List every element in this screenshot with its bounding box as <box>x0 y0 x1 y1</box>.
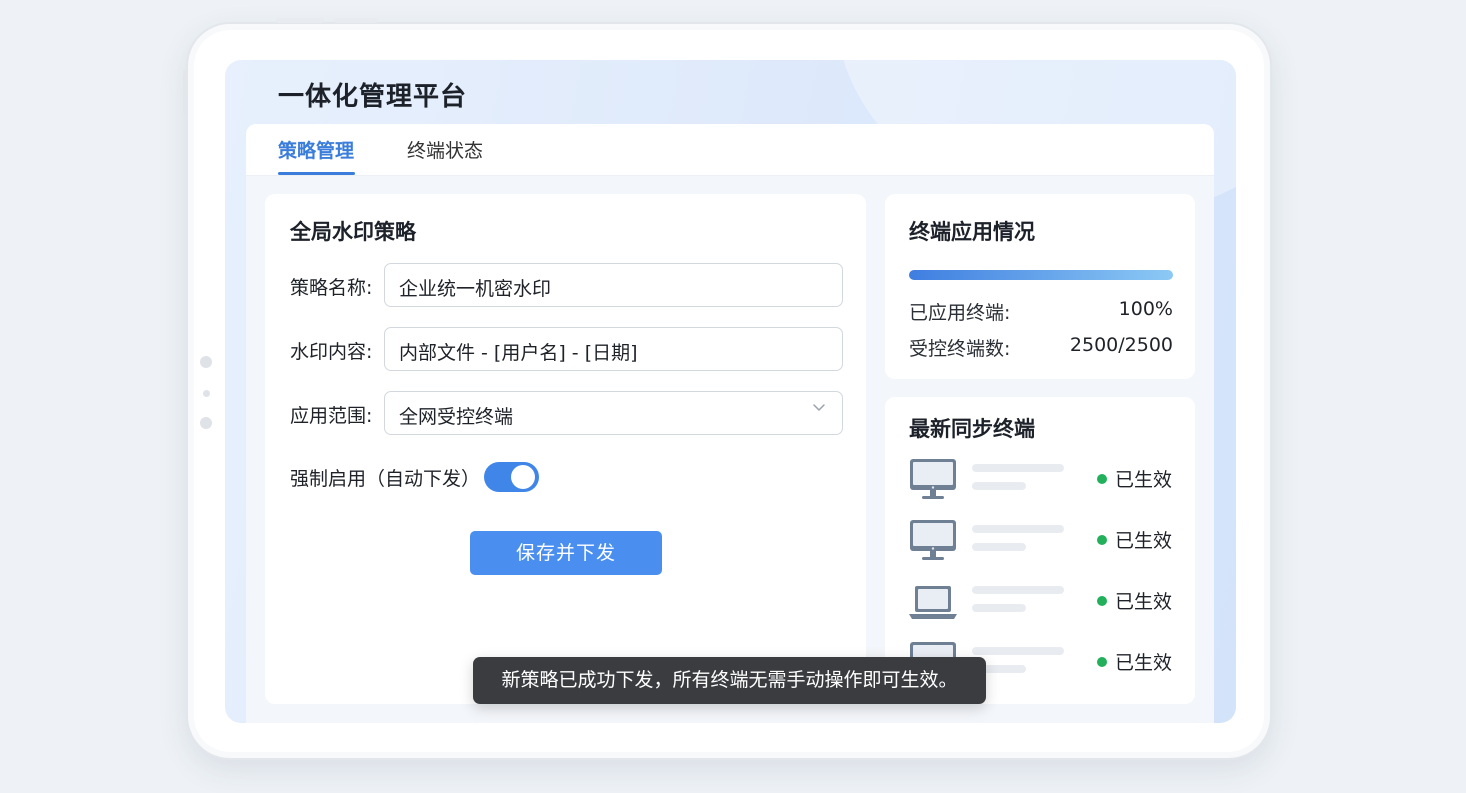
success-toast: 新策略已成功下发，所有终端无需手动操作即可生效。 <box>473 657 986 704</box>
placeholder-line <box>972 604 1026 612</box>
field-label: 策略名称: <box>290 277 373 299</box>
scope-row: 应用范围: 全网受控终端 <box>290 391 843 435</box>
toggle-knob <box>511 465 535 489</box>
force-enable-toggle[interactable] <box>484 462 539 492</box>
card-title: 终端应用情况 <box>909 220 1035 244</box>
field-label: 强制启用（自动下发） <box>290 468 481 490</box>
stat-label: 受控终端数: <box>909 338 1011 360</box>
field-label: 应用范围: <box>290 405 373 427</box>
laptop-icon <box>909 586 957 619</box>
tab-terminal-status[interactable]: 终端状态 <box>407 136 483 163</box>
status-dot <box>1097 596 1107 606</box>
list-item: 已生效 <box>909 580 1179 624</box>
stat-label: 已应用终端: <box>909 302 1011 324</box>
status-dot <box>1097 657 1107 667</box>
deployment-progress-bar <box>909 270 1173 280</box>
placeholder-line <box>972 586 1064 594</box>
field-label: 水印内容: <box>290 341 373 363</box>
placeholder-line <box>972 482 1026 490</box>
watermark-content-row: 水印内容: 内部文件 - [用户名] - [日期] <box>290 327 843 371</box>
app-screen: 一体化管理平台 策略管理 终端状态 全局水印策略 策略名称: 企业统一机密水印 … <box>225 60 1236 723</box>
policy-name-input[interactable]: 企业统一机密水印 <box>384 263 843 307</box>
watermark-content-input[interactable]: 内部文件 - [用户名] - [日期] <box>384 327 843 371</box>
status-dot <box>1097 474 1107 484</box>
applied-terminals-stat: 已应用终端: 100% <box>909 298 1173 324</box>
watermark-policy-card: 全局水印策略 策略名称: 企业统一机密水印 水印内容: 内部文件 - [用户名]… <box>265 194 866 704</box>
placeholder-line <box>972 543 1026 551</box>
device-button-top <box>334 18 378 23</box>
device-dot <box>200 417 212 429</box>
device-side-button <box>183 70 187 114</box>
status-badge: 已生效 <box>1097 526 1172 553</box>
status-badge: 已生效 <box>1097 465 1172 492</box>
controlled-terminals-stat: 受控终端数: 2500/2500 <box>909 334 1173 360</box>
tab-policy-management[interactable]: 策略管理 <box>278 136 354 163</box>
scope-selected-value: 全网受控终端 <box>399 406 514 428</box>
device-dot <box>203 390 210 397</box>
terminal-usage-card: 终端应用情况 已应用终端: 100% 受控终端数: 2500/2500 <box>885 194 1195 379</box>
policy-name-row: 策略名称: 企业统一机密水印 <box>290 263 843 307</box>
status-badge: 已生效 <box>1097 648 1172 675</box>
app-title: 一体化管理平台 <box>278 82 468 112</box>
progress-fill <box>909 270 1173 280</box>
active-tab-indicator <box>278 172 355 175</box>
chevron-down-icon <box>813 404 825 411</box>
list-item: 已生效 <box>909 458 1179 502</box>
monitor-icon <box>910 520 956 560</box>
stat-value: 2500/2500 <box>1069 334 1173 356</box>
card-title: 最新同步终端 <box>909 417 1035 441</box>
tab-bar: 策略管理 终端状态 <box>246 124 1214 176</box>
scope-select[interactable]: 全网受控终端 <box>384 391 843 435</box>
device-button-top <box>276 18 324 23</box>
card-title: 全局水印策略 <box>290 220 416 244</box>
status-badge: 已生效 <box>1097 587 1172 614</box>
device-dot <box>200 356 212 368</box>
stat-value: 100% <box>1118 298 1173 320</box>
save-and-deploy-button[interactable]: 保存并下发 <box>470 531 662 575</box>
list-item: 已生效 <box>909 519 1179 563</box>
placeholder-line <box>972 647 1064 655</box>
status-dot <box>1097 535 1107 545</box>
placeholder-line <box>972 464 1064 472</box>
monitor-icon <box>910 459 956 499</box>
placeholder-line <box>972 525 1064 533</box>
